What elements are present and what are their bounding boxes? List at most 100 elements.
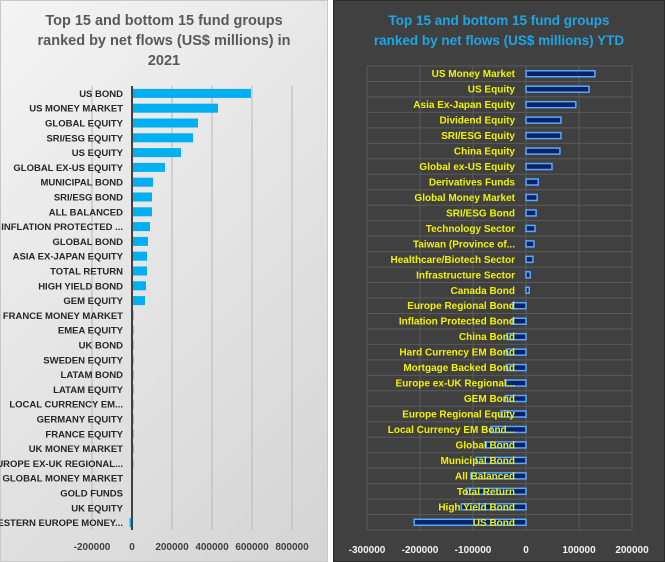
bar (132, 266, 147, 276)
category-label: GEM EQUITY (63, 296, 123, 307)
category-label: GOLD FUNDS (60, 489, 123, 500)
x-tick-label: -200000 (402, 545, 439, 556)
category-label: GLOBAL EX-US EQUITY (13, 163, 123, 174)
x-tick-label: 0 (129, 542, 135, 553)
category-label: Inflation Protected Bond (399, 317, 515, 328)
category-label: Mortgage Backed Bond (403, 363, 515, 374)
category-label: US EQUITY (72, 148, 124, 159)
category-label: Global Bond (456, 440, 515, 451)
category-label: WESTERN EUROPE MONEY... (0, 518, 123, 529)
category-label: Global ex-US Equity (419, 162, 515, 173)
bar (525, 193, 538, 202)
category-label: Canada Bond (451, 286, 515, 297)
category-label: Municipal Bond (441, 456, 515, 467)
bar (525, 69, 596, 78)
category-label: US Money Market (432, 69, 516, 80)
category-label: SWEDEN EQUITY (43, 355, 123, 366)
category-label: China Bond (459, 332, 515, 343)
category-label: Global Money Market (414, 193, 515, 204)
category-label: Asia Ex-Japan Equity (413, 100, 515, 111)
category-label: Total Return (457, 487, 515, 498)
category-label: UK MONEY MARKET (29, 444, 123, 455)
bar (525, 224, 536, 233)
bar (132, 133, 193, 143)
category-label: FRANCE EQUITY (45, 429, 123, 440)
category-label: Dividend Equity (439, 116, 515, 127)
category-label: Europe ex-UK Regional... (396, 379, 516, 390)
x-tick-label: 100000 (562, 545, 596, 556)
category-label: LOCAL CURRENCY EM... (9, 400, 123, 411)
category-label: Local Currency EM Bond... (388, 425, 515, 436)
bar (525, 147, 561, 155)
category-label: SRI/ESG BOND (54, 193, 123, 204)
bar (132, 236, 148, 246)
bar (525, 116, 562, 124)
bar (132, 207, 152, 217)
category-label: INFLATION PROTECTED ... (1, 222, 123, 233)
bar (525, 255, 534, 264)
category-label: US Bond (473, 518, 515, 529)
bar (525, 209, 537, 217)
category-label: Infrastructure Sector (416, 270, 515, 281)
category-label: UK BOND (79, 341, 123, 352)
category-label: All Balanced (455, 471, 515, 482)
category-label: SRI/ESG Equity (441, 131, 515, 142)
category-label: US MONEY MARKET (29, 104, 123, 115)
bar (525, 178, 539, 186)
category-label: High Yield Bond (438, 502, 515, 513)
bar (132, 222, 150, 232)
x-tick-label: -200000 (74, 542, 111, 553)
charts-svg: -200000 0 200000 400000 600000 800000 US BOND U… (0, 65, 649, 556)
category-label: GERMANY EQUITY (37, 415, 124, 426)
category-label: Healthcare/Biotech Sector (391, 255, 516, 266)
category-label: Europe Regional Equity (402, 410, 515, 421)
category-label: GLOBAL BOND (52, 237, 123, 248)
category-label: GLOBAL MONEY MARKET (2, 474, 123, 485)
bar (132, 118, 198, 128)
bar (132, 177, 153, 187)
category-label: FRANCE MONEY MARKET (3, 311, 123, 322)
bar (525, 162, 553, 171)
category-label: China Equity (454, 147, 516, 158)
x-tick-label: 800000 (275, 542, 309, 553)
category-label: LATAM EQUITY (53, 385, 123, 396)
x-tick-label: 400000 (195, 542, 229, 553)
category-label: EMEA EQUITY (58, 326, 124, 337)
category-label: Technology Sector (426, 224, 515, 235)
category-label: TOTAL RETURN (50, 267, 123, 278)
x-tick-label: 600000 (235, 542, 269, 553)
category-label: GLOBAL EQUITY (45, 119, 124, 130)
bar (132, 88, 251, 98)
category-label: SRI/ESG Bond (446, 208, 515, 219)
bar (132, 281, 146, 291)
bar (132, 192, 152, 202)
category-label: Derivatives Funds (429, 178, 516, 189)
x-tick-label: -300000 (349, 545, 386, 556)
category-label: Hard Currency EM Bond (399, 348, 515, 359)
bar (132, 251, 147, 261)
bar (525, 85, 590, 93)
bar (132, 103, 218, 113)
x-tick-label: 200000 (155, 542, 189, 553)
category-label: GEM Bond (464, 394, 515, 405)
category-label: Europe Regional Bond (407, 301, 515, 312)
bar (525, 100, 577, 109)
bar (132, 148, 181, 158)
category-label: ALL BALANCED (49, 207, 123, 218)
bar (525, 271, 531, 279)
bar (525, 240, 535, 248)
category-label: Taiwan (Province of... (413, 239, 515, 250)
x-tick-label: -100000 (455, 545, 492, 556)
bar (525, 286, 530, 295)
category-label: EUROPE EX-UK REGIONAL... (0, 459, 123, 470)
category-label: UK EQUITY (71, 503, 123, 514)
category-label: US BOND (79, 89, 123, 100)
category-label: LATAM BOND (61, 370, 124, 381)
x-tick-label: 0 (523, 545, 529, 556)
category-label: SRI/ESG EQUITY (46, 133, 123, 144)
bar (132, 296, 145, 306)
category-label: ASIA EX-JAPAN EQUITY (13, 252, 124, 263)
bar (132, 162, 165, 172)
bar (525, 131, 562, 140)
category-label: HIGH YIELD BOND (38, 281, 123, 292)
